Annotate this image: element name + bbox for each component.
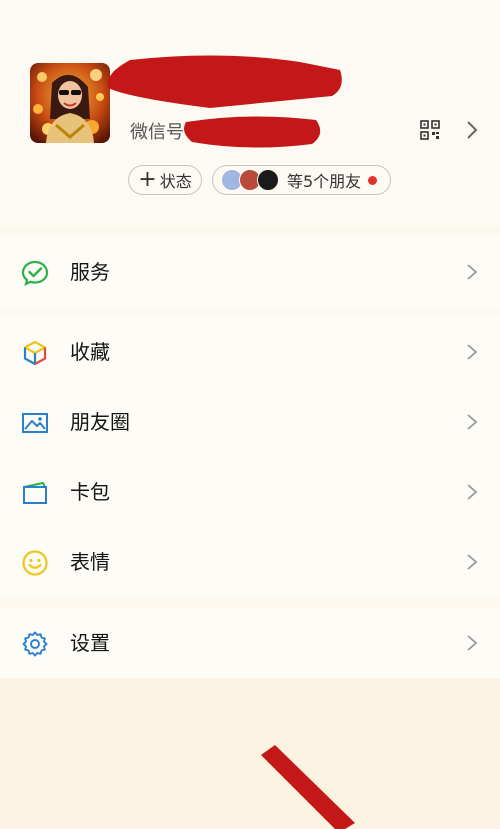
menu-item-favorites[interactable]: 收藏 [0,317,500,387]
wallet-icon [23,482,47,504]
settings-group: 设置 [0,608,500,678]
menu-label: 卡包 [70,480,110,504]
menu-label: 服务 [70,260,110,284]
redacted-wechat-id [184,116,321,148]
friends-text: 等5个朋友 [287,172,362,191]
qr-code-icon[interactable] [420,120,440,140]
avatar-image [30,63,110,143]
bottom-background [0,678,500,829]
plus-icon: + [138,167,157,192]
menu-item-settings[interactable]: 设置 [0,608,500,678]
menu-label: 朋友圈 [70,410,130,434]
menu-label: 设置 [70,631,110,655]
wechat-id-label: 微信号 [130,122,184,143]
friend-avatars [221,169,283,191]
menu-item-stickers[interactable]: 表情 [0,527,500,597]
gear-icon [22,631,48,657]
image-icon [22,413,48,433]
main-menu-group: 收藏 朋友圈 卡包 表情 [0,317,500,597]
menu-label: 收藏 [70,340,110,364]
chevron-right-icon[interactable] [465,120,479,140]
notification-dot [368,175,378,185]
status-button-label: 状态 [159,172,192,191]
profile-header[interactable]: 微信号 + 状态 等5个朋友 [0,0,500,226]
smiley-icon [22,550,48,576]
chevron-right-icon [467,414,478,430]
avatar[interactable] [30,63,110,143]
services-group: 服务 [0,237,500,307]
chevron-right-icon [467,344,478,360]
redaction-mark [261,745,355,829]
menu-item-moments[interactable]: 朋友圈 [0,387,500,457]
chevron-right-icon [467,554,478,570]
redacted-nickname [107,55,342,108]
menu-label: 表情 [70,550,110,574]
menu-item-services[interactable]: 服务 [0,237,500,307]
chevron-right-icon [467,264,478,280]
add-status-button[interactable]: + 状态 [128,165,202,195]
friend-avatar [257,169,279,191]
wechat-pay-icon [21,260,49,287]
cube-icon [23,340,47,366]
menu-item-cards[interactable]: 卡包 [0,457,500,527]
chevron-right-icon [467,484,478,500]
chevron-right-icon [467,635,478,651]
friends-status-pill[interactable]: 等5个朋友 [212,165,391,195]
